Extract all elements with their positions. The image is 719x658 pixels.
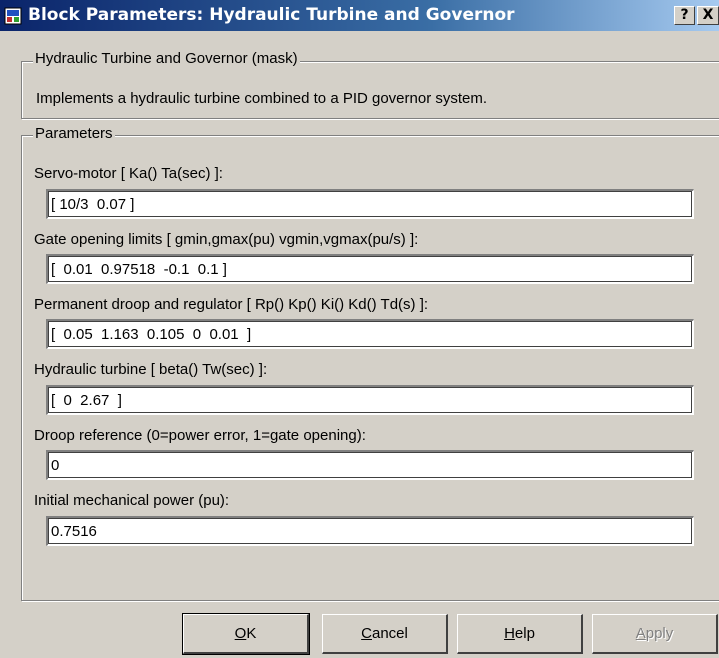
cancel-mnemonic: C	[361, 625, 372, 642]
question-mark-icon: ?	[680, 7, 689, 23]
help-title-button[interactable]: ?	[674, 6, 695, 25]
initial-mechanical-power-field[interactable]	[46, 516, 694, 546]
permanent-droop-field[interactable]	[46, 319, 694, 349]
droop-reference-field[interactable]	[46, 450, 694, 480]
close-icon: X	[702, 7, 714, 23]
permanent-droop-label: Permanent droop and regulator [ Rp() Kp(…	[34, 296, 429, 313]
apply-button: Apply	[592, 614, 718, 654]
servo-motor-label: Servo-motor [ Ka() Ta(sec) ]:	[34, 165, 223, 182]
apply-mnemonic: A	[635, 625, 646, 642]
description-text: Implements a hydraulic turbine combined …	[36, 90, 488, 107]
cancel-button[interactable]: Cancel	[322, 614, 448, 654]
droop-reference-label: Droop reference (0=power error, 1=gate o…	[34, 427, 366, 444]
close-title-button[interactable]: X	[697, 6, 719, 25]
help-mnemonic: H	[504, 625, 515, 642]
ok-button[interactable]: OK	[182, 613, 310, 655]
description-legend: Hydraulic Turbine and Governor (mask)	[33, 50, 300, 67]
servo-motor-field[interactable]	[46, 189, 694, 219]
title-bar[interactable]: Block Parameters: Hydraulic Turbine and …	[0, 0, 719, 31]
window-title: Block Parameters: Hydraulic Turbine and …	[28, 5, 515, 25]
apply-label-rest: pply	[645, 625, 674, 642]
cancel-label-rest: ancel	[371, 625, 408, 642]
ok-label-rest: K	[246, 625, 257, 642]
simulink-block-icon	[4, 7, 22, 25]
gate-opening-limits-field[interactable]	[46, 254, 694, 284]
ok-mnemonic: O	[234, 625, 247, 642]
help-label-rest: elp	[514, 625, 535, 642]
help-button[interactable]: Help	[457, 614, 583, 654]
initial-mechanical-power-label: Initial mechanical power (pu):	[34, 492, 230, 509]
gate-opening-limits-label: Gate opening limits [ gmin,gmax(pu) vgmi…	[34, 231, 419, 248]
hydraulic-turbine-field[interactable]	[46, 385, 694, 415]
hydraulic-turbine-label: Hydraulic turbine [ beta() Tw(sec) ]:	[34, 361, 268, 378]
parameters-legend: Parameters	[33, 125, 115, 142]
